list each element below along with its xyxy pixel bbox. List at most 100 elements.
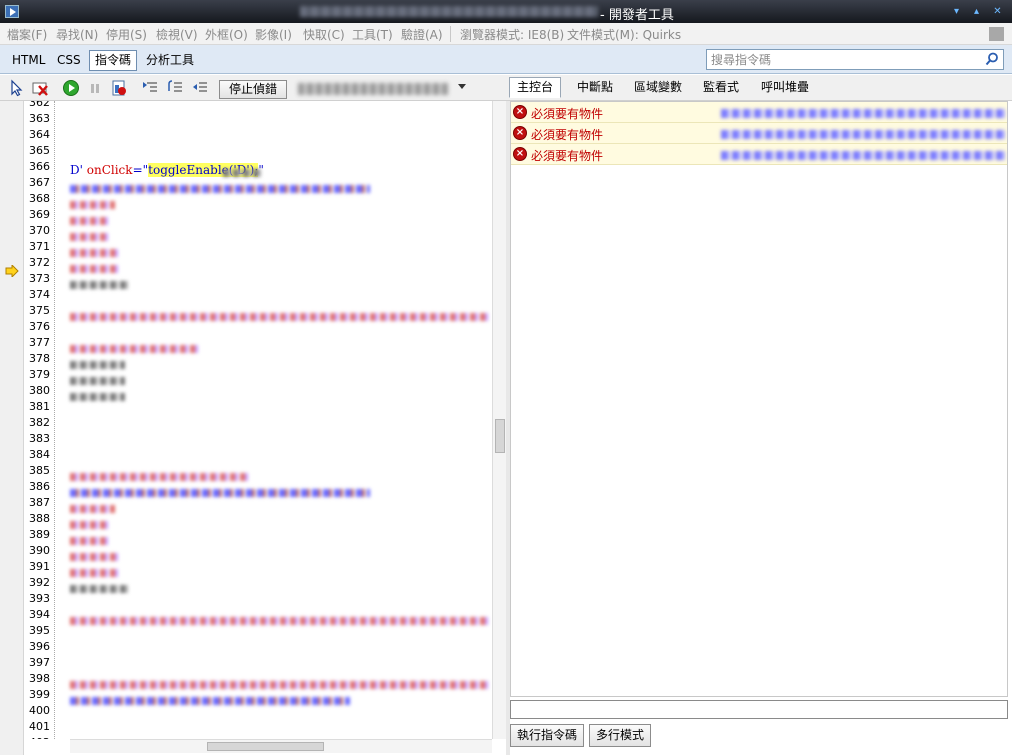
multiline-mode-button[interactable]: 多行模式	[589, 724, 652, 747]
line-number: 367	[29, 176, 50, 189]
step-into-icon[interactable]	[141, 79, 159, 97]
script-search-box[interactable]	[706, 49, 1004, 70]
tab-css[interactable]: CSS	[51, 50, 87, 71]
menu-bar: 檔案(F) 尋找(N) 停用(S) 檢視(V) 外框(O) 影像(I) 快取(C…	[0, 23, 1012, 45]
script-pane-tabs: 主控台 中斷點 區域變數 監看式 呼叫堆疊	[509, 77, 1012, 99]
error-source-redacted[interactable]	[721, 109, 1005, 118]
line-number: 369	[29, 208, 50, 221]
redacted-code	[70, 377, 125, 385]
line-number: 363	[29, 112, 50, 125]
menu-cache[interactable]: 快取(C)	[303, 26, 345, 43]
browser-mode-menu[interactable]: 瀏覽器模式: IE8(B)	[460, 26, 564, 43]
redacted-code	[70, 569, 120, 577]
code-vertical-scrollbar[interactable]	[492, 101, 506, 739]
redacted-code	[70, 585, 130, 593]
console-error-row[interactable]: × 必須要有物件	[511, 102, 1007, 123]
redacted-code	[70, 281, 130, 289]
menu-disable[interactable]: 停用(S)	[106, 26, 147, 43]
line-number: 383	[29, 432, 50, 445]
menu-view[interactable]: 檢視(V)	[156, 26, 198, 43]
line-number: 373	[29, 272, 50, 285]
line-number: 400	[29, 704, 50, 717]
error-icon: ×	[513, 147, 527, 161]
line-number: 368	[29, 192, 50, 205]
close-button[interactable]: ✕	[991, 5, 1004, 18]
chevron-down-icon[interactable]	[458, 84, 466, 89]
tab-breakpoints[interactable]: 中斷點	[569, 77, 621, 98]
redacted-code	[70, 553, 120, 561]
line-number: 388	[29, 512, 50, 525]
tab-profiler[interactable]: 分析工具	[140, 50, 200, 71]
pause-icon	[91, 84, 99, 93]
menu-divider	[450, 26, 451, 42]
stop-debugging-button[interactable]: 停止偵錯	[219, 80, 287, 99]
tab-locals[interactable]: 區域變數	[626, 77, 690, 98]
console-input[interactable]	[510, 700, 1008, 719]
search-input[interactable]	[707, 50, 977, 69]
document-mode-menu[interactable]: 文件模式(M): Quirks	[567, 26, 681, 43]
line-number: 382	[29, 416, 50, 429]
line-number: 402	[29, 736, 50, 739]
redacted-code	[70, 393, 125, 401]
line-number: 362	[29, 101, 50, 109]
tab-watch[interactable]: 監看式	[695, 77, 747, 98]
restore-button[interactable]: ▴	[970, 5, 983, 18]
tab-call-stack[interactable]: 呼叫堆疊	[753, 77, 817, 98]
redacted-code	[70, 537, 110, 545]
run-script-button[interactable]: 執行指令碼	[510, 724, 585, 747]
console-output: × 必須要有物件 × 必須要有物件 × 必須要有物件	[510, 101, 1008, 697]
redacted-code	[70, 681, 490, 689]
pin-icon[interactable]	[989, 27, 1004, 41]
script-file-selector-redacted[interactable]	[298, 83, 448, 95]
line-number: 381	[29, 400, 50, 413]
error-icon: ×	[513, 105, 527, 119]
line-number: 395	[29, 624, 50, 637]
error-message: 必須要有物件	[531, 107, 604, 121]
step-over-icon[interactable]	[166, 79, 184, 97]
redacted-code	[70, 505, 115, 513]
menu-outline[interactable]: 外框(O)	[205, 26, 248, 43]
line-number: 370	[29, 224, 50, 237]
clear-browser-cache-icon[interactable]	[31, 79, 49, 97]
code-token: D'	[70, 163, 83, 177]
line-number: 376	[29, 320, 50, 333]
search-icon[interactable]	[985, 52, 999, 66]
menu-images[interactable]: 影像(I)	[255, 26, 292, 43]
minimize-button[interactable]: ▾	[950, 5, 963, 18]
select-element-arrow-icon[interactable]	[8, 79, 26, 97]
menu-file[interactable]: 檔案(F)	[7, 26, 47, 43]
tab-script[interactable]: 指令碼	[89, 50, 138, 71]
redacted-code	[70, 361, 125, 369]
menu-validate[interactable]: 驗證(A)	[401, 26, 443, 43]
redacted-code	[70, 473, 250, 481]
breakpoint-gutter[interactable]	[0, 101, 24, 755]
redacted-code	[70, 313, 490, 321]
line-number: 364	[29, 128, 50, 141]
line-number: 387	[29, 496, 50, 509]
error-message: 必須要有物件	[531, 128, 604, 142]
menu-find[interactable]: 尋找(N)	[56, 26, 98, 43]
break-on-error-icon[interactable]	[110, 79, 128, 97]
console-input-field[interactable]	[511, 701, 1007, 718]
step-out-icon[interactable]	[191, 79, 209, 97]
scrollbar-thumb[interactable]	[207, 742, 324, 751]
continue-play-icon[interactable]	[62, 79, 80, 97]
code-editor[interactable]: D' onClick="toggleEnable('D');"	[54, 101, 492, 739]
error-source-redacted[interactable]	[721, 151, 1005, 160]
console-error-row[interactable]: × 必須要有物件	[511, 144, 1007, 165]
redacted-code	[70, 345, 200, 353]
line-number: 374	[29, 288, 50, 301]
code-horizontal-scrollbar[interactable]	[70, 739, 492, 753]
line-number: 379	[29, 368, 50, 381]
line-number: 371	[29, 240, 50, 253]
tab-html[interactable]: HTML	[6, 50, 51, 71]
console-error-row[interactable]: × 必須要有物件	[511, 123, 1007, 144]
menu-tools[interactable]: 工具(T)	[352, 26, 393, 43]
error-source-redacted[interactable]	[721, 130, 1005, 139]
line-number: 378	[29, 352, 50, 365]
scrollbar-thumb[interactable]	[495, 419, 505, 453]
tab-console[interactable]: 主控台	[509, 77, 562, 98]
line-number: 394	[29, 608, 50, 621]
line-number: 397	[29, 656, 50, 669]
redacted-code	[70, 201, 115, 209]
